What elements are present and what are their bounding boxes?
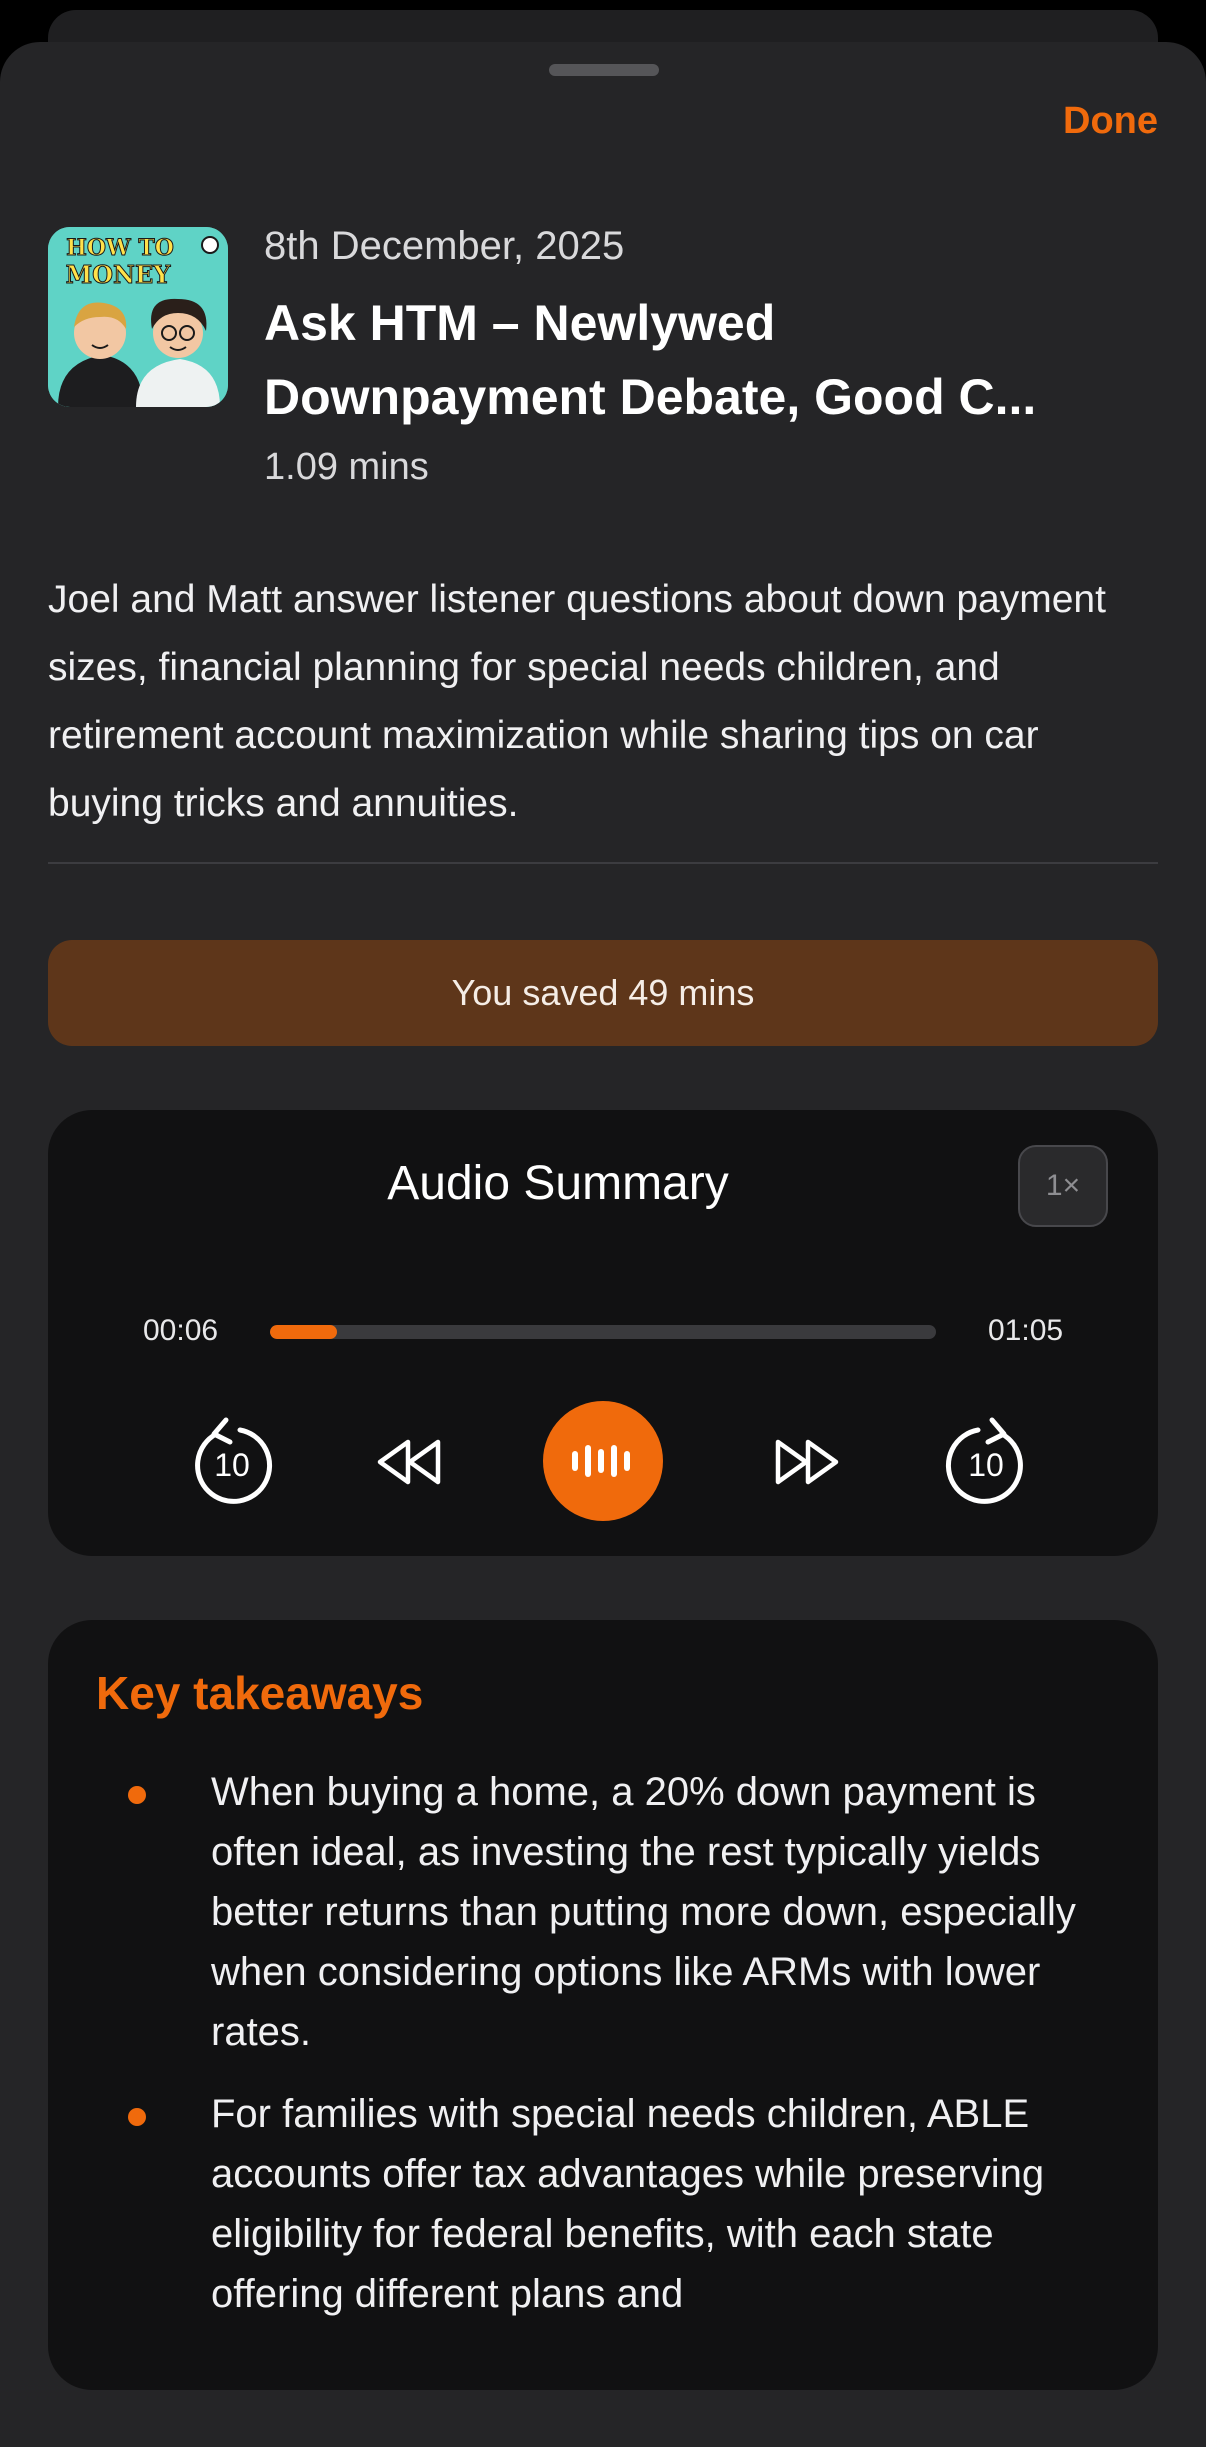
done-button[interactable]: Done (1063, 100, 1158, 143)
rewind-icon (377, 1439, 441, 1485)
playback-speed-button[interactable]: 1× (1018, 1145, 1108, 1227)
current-time: 00:06 (143, 1314, 219, 1347)
total-time: 01:05 (988, 1314, 1064, 1347)
takeaways-list: When buying a home, a 20% down payment i… (48, 1762, 1158, 2346)
time-saved-banner: You saved 49 mins (48, 940, 1158, 1046)
podcast-artwork-image: HOW TO MONEY (48, 227, 228, 407)
episode-description: Joel and Matt answer listener questions … (48, 578, 1106, 825)
play-pause-button[interactable] (543, 1401, 663, 1521)
sheet-grabber[interactable] (549, 64, 659, 76)
time-saved-text: You saved 49 mins (451, 972, 755, 1013)
skip-back-10-icon: 10 (195, 1417, 273, 1504)
svg-text:MONEY: MONEY (66, 260, 172, 289)
progress-fill (270, 1325, 337, 1339)
episode-title-line-2: Downpayment Debate, Good C... (264, 369, 1037, 425)
fast-forward-button[interactable] (768, 1432, 848, 1492)
takeaway-text: For families with special needs children… (211, 2092, 1045, 2316)
fast-forward-icon (775, 1439, 839, 1485)
audio-wave-icon (572, 1445, 630, 1477)
takeaway-item: For families with special needs children… (48, 2084, 1131, 2324)
svg-text:10: 10 (214, 1447, 250, 1483)
podcast-artwork: HOW TO MONEY (48, 227, 228, 407)
player-title: Audio Summary (387, 1157, 729, 1210)
svg-text:10: 10 (968, 1447, 1004, 1483)
key-takeaways-card: Key takeaways When buying a home, a 20% … (48, 1620, 1158, 2390)
bullet-icon (128, 2108, 146, 2126)
takeaway-text: When buying a home, a 20% down payment i… (211, 1770, 1076, 2054)
progress-slider[interactable] (270, 1325, 936, 1339)
episode-duration: 1.09 mins (264, 446, 429, 488)
artwork-title-text: HOW TO (66, 235, 174, 261)
episode-title-line-1: Ask HTM – Newlywed (264, 295, 776, 351)
bullet-icon (128, 1786, 146, 1804)
skip-forward-10-button[interactable]: 10 (940, 1416, 1032, 1508)
divider (48, 862, 1158, 864)
skip-forward-10-icon: 10 (945, 1417, 1023, 1504)
skip-back-10-button[interactable]: 10 (186, 1416, 278, 1508)
rewind-button[interactable] (368, 1432, 448, 1492)
takeaway-item: When buying a home, a 20% down payment i… (48, 1762, 1131, 2062)
episode-detail-sheet: Done HOW TO MONEY 8th December, 2025 Ask… (0, 42, 1206, 2447)
takeaways-heading: Key takeaways (96, 1667, 424, 1719)
episode-date: 8th December, 2025 (264, 224, 625, 268)
episode-title: Ask HTM – Newlywed Downpayment Debate, G… (264, 286, 1144, 434)
audio-summary-player: Audio Summary 1× 00:06 01:05 10 10 (48, 1110, 1158, 1556)
